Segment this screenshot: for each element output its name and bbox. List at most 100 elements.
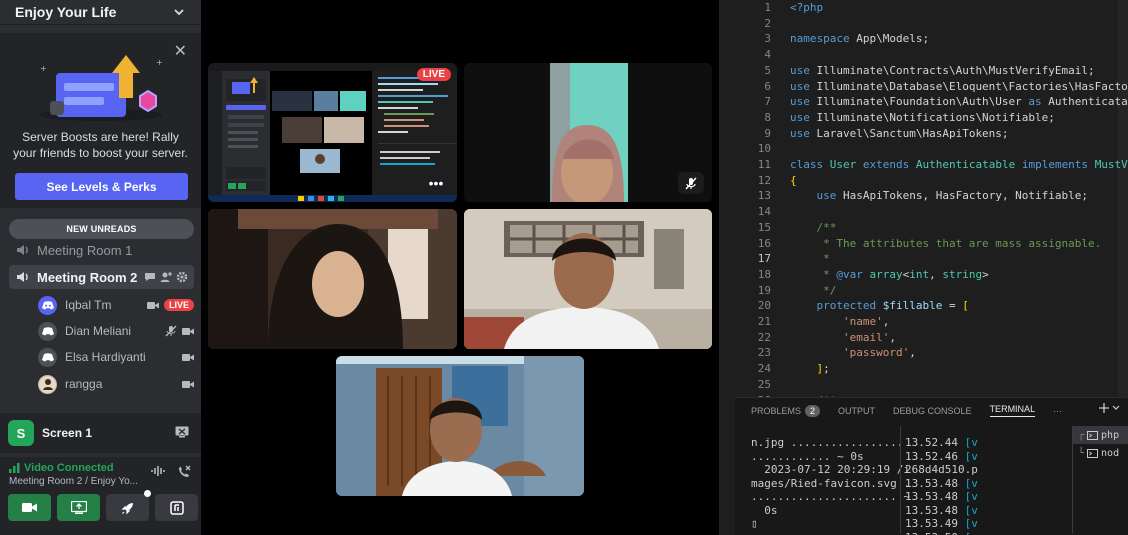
log-tag: [v — [964, 476, 978, 490]
tab-problems[interactable]: PROBLEMS 2 — [751, 404, 821, 417]
code-line[interactable]: 12 { — [719, 174, 1128, 190]
log-timestamp: 268d4d510.p — [905, 463, 985, 476]
terminal-split-divider[interactable] — [900, 426, 901, 534]
code-editor[interactable]: 1 <?php 2 3 namespace App\Models; 4 5 use Illum… — [719, 0, 1128, 397]
line-number: 16 — [757, 236, 771, 250]
voice-status-text: Video Connected — [24, 462, 114, 474]
channel-meeting-room-2[interactable]: Meeting Room 2 — [9, 265, 194, 289]
code-text: use Illuminate\Foundation\Auth\User as A… — [790, 95, 1128, 109]
voice-member[interactable]: Dian Meliani — [38, 320, 194, 342]
video-tile-participant[interactable] — [464, 63, 712, 202]
code-line[interactable]: 22 'email', — [719, 331, 1128, 347]
see-levels-perks-button[interactable]: See Levels & Perks — [15, 173, 188, 200]
channel-meeting-room-1[interactable]: Meeting Room 1 — [9, 238, 194, 262]
code-line[interactable]: 25 — [719, 378, 1128, 394]
video-tile-participant[interactable] — [208, 209, 457, 349]
tab-terminal[interactable]: TERMINAL — [989, 404, 1036, 417]
noise-suppression-icon[interactable] — [151, 465, 165, 477]
muted-indicator — [678, 172, 704, 194]
signal-icon — [9, 463, 20, 473]
code-text: ]; — [816, 362, 830, 376]
code-line[interactable]: 13 use HasApiTokens, HasFactory, Notifia… — [719, 189, 1128, 205]
avatar — [38, 321, 57, 341]
screen-share-button[interactable] — [57, 494, 100, 521]
code-line[interactable]: 6 use Illuminate\Database\Eloquent\Factor… — [719, 80, 1128, 96]
discord-logo-icon — [41, 352, 54, 361]
invite-user-icon[interactable] — [160, 271, 172, 283]
voice-connected-status[interactable]: Video Connected — [9, 462, 114, 474]
code-line[interactable]: 4 — [719, 48, 1128, 64]
line-number: 9 — [764, 126, 771, 140]
voice-member[interactable]: Iqbal Tm LIVE — [38, 294, 194, 316]
code-line[interactable]: 23 'password', — [719, 346, 1128, 362]
gear-icon[interactable] — [176, 271, 188, 283]
line-number: 8 — [764, 110, 771, 124]
muted-microphone-icon — [685, 177, 697, 189]
code-line[interactable]: 14 — [719, 205, 1128, 221]
code-line[interactable]: 10 — [719, 142, 1128, 158]
code-line[interactable]: 15 /** — [719, 221, 1128, 237]
code-text: use HasApiTokens, HasFactory, Notifiable… — [816, 189, 1089, 203]
log-timestamp: 13.53.50 — [905, 531, 965, 535]
terminal-log-line: 13.52.46 [v — [905, 450, 1069, 464]
terminal-output-left[interactable]: n.jpg ................. ............ ~ 0… — [751, 436, 910, 531]
log-timestamp: 13.52.44 — [905, 436, 965, 449]
channel-label: Meeting Room 1 — [37, 242, 133, 258]
voice-location[interactable]: Meeting Room 2 / Enjoy Yo... — [9, 476, 138, 487]
code-line[interactable]: 17 * — [719, 252, 1128, 268]
member-name: Dian Meliani — [65, 324, 132, 338]
tab-debug-console[interactable]: DEBUG CONSOLE — [893, 406, 972, 416]
chat-icon[interactable] — [144, 271, 156, 283]
video-tile-participant[interactable] — [464, 209, 712, 349]
video-camera-icon — [146, 301, 159, 309]
channel-label: Meeting Room 2 — [37, 269, 138, 285]
code-line[interactable]: 7 use Illuminate\Foundation\Auth\User as … — [719, 95, 1128, 111]
code-line[interactable]: 1 <?php — [719, 1, 1128, 17]
close-icon[interactable]: ✕ — [174, 41, 187, 61]
server-name: Enjoy Your Life — [15, 4, 117, 20]
stream-tile-screen-share[interactable]: LIVE ••• — [208, 63, 457, 202]
terminal-instance-node[interactable]: └ nod — [1073, 444, 1128, 462]
disconnect-icon[interactable] — [177, 465, 191, 479]
voice-member[interactable]: rangga — [38, 373, 194, 395]
terminal-instance-php[interactable]: ┌ php — [1073, 426, 1128, 444]
new-terminal-button[interactable] — [1098, 402, 1120, 417]
code-line[interactable]: 19 */ — [719, 284, 1128, 300]
soundboard-button[interactable] — [155, 494, 198, 521]
more-tabs-button[interactable]: ··· — [1053, 406, 1062, 416]
video-tile-participant[interactable] — [336, 356, 584, 496]
more-options-button[interactable]: ••• — [423, 172, 449, 194]
code-line[interactable]: 3 namespace App\Models; — [719, 32, 1128, 48]
terminal-log-line: 13.53.49 [v — [905, 517, 1069, 531]
code-line[interactable]: 2 — [719, 17, 1128, 33]
stop-stream-icon[interactable] — [175, 426, 189, 438]
line-number: 11 — [757, 158, 771, 171]
member-name: Elsa Hardiyanti — [65, 350, 146, 364]
live-badge[interactable]: LIVE — [163, 299, 194, 311]
screen-share-label: Screen 1 — [42, 426, 93, 440]
log-timestamp: 13.53.48 — [905, 503, 965, 517]
line-number: 10 — [757, 142, 771, 156]
activities-button[interactable] — [106, 490, 151, 521]
code-line[interactable]: 16 * The attributes that are mass assign… — [719, 237, 1128, 253]
code-line[interactable]: 8 use Illuminate\Notifications\Notifiable… — [719, 111, 1128, 127]
log-tag: [v — [964, 449, 978, 463]
server-header[interactable]: Enjoy Your Life — [0, 0, 201, 25]
problems-count-badge: 2 — [805, 404, 821, 417]
voice-member[interactable]: Elsa Hardiyanti — [38, 346, 194, 368]
muted-microphone-icon — [165, 325, 177, 337]
code-line[interactable]: 18 * @var array<int, string> — [719, 268, 1128, 284]
code-line[interactable]: 21 'name', — [719, 315, 1128, 331]
line-number: 13 — [757, 189, 771, 203]
new-unreads-pill[interactable]: NEW UNREADS — [9, 219, 194, 239]
terminal-output-right[interactable]: 13.52.44 [v 13.52.46 [v 268d4d510.p 13.53.… — [905, 436, 1069, 535]
code-line[interactable]: 9 use Laravel\Sanctum\HasApiTokens; — [719, 127, 1128, 143]
code-line[interactable]: 24 ]; — [719, 362, 1128, 378]
video-toggle-button[interactable] — [8, 494, 51, 521]
code-text: */ — [790, 283, 837, 297]
code-line[interactable]: 20 protected $fillable = [ — [719, 299, 1128, 315]
tab-output[interactable]: OUTPUT — [838, 406, 875, 416]
code-line[interactable]: 11 class User extends Authenticatable imp… — [719, 158, 1128, 174]
terminal-instance-label: nod — [1101, 447, 1120, 459]
code-line[interactable]: 5 use Illuminate\Contracts\Auth\MustVerif… — [719, 64, 1128, 80]
